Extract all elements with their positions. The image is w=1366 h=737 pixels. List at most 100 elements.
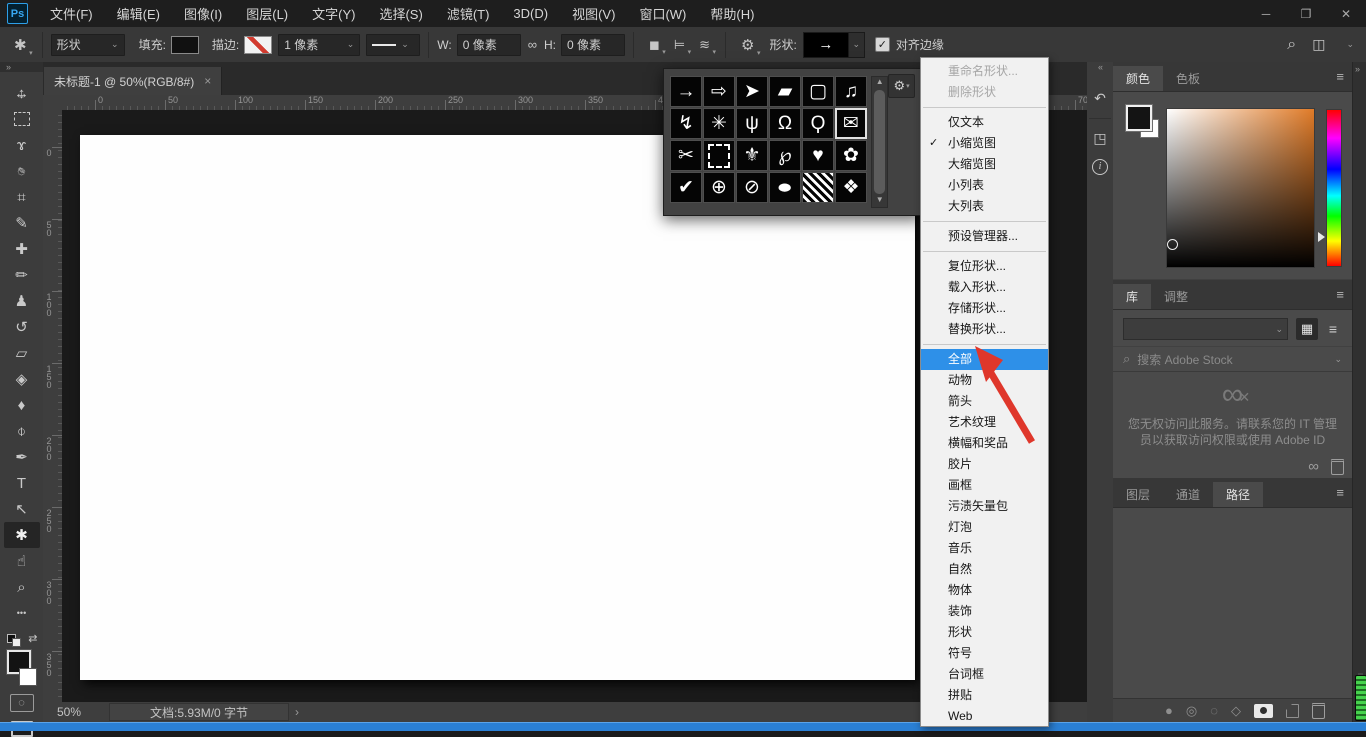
stroke-path-icon[interactable]: ◎ xyxy=(1186,703,1197,719)
context-menu-item-33[interactable]: Web xyxy=(921,706,1048,727)
library-select-dropdown[interactable]: ⌄ xyxy=(1123,318,1288,340)
context-menu-item-21[interactable]: 胶片 xyxy=(921,454,1048,475)
lightning-shape[interactable]: ↯ xyxy=(670,108,702,139)
stroke-style-dropdown[interactable]: ⌄ xyxy=(366,34,420,56)
context-menu-item-3[interactable]: 仅文本 xyxy=(921,112,1048,133)
arrow-solid-shape[interactable]: ➤ xyxy=(736,76,768,107)
context-menu-item-26[interactable]: 自然 xyxy=(921,559,1048,580)
diagonal-stripes-shape[interactable] xyxy=(802,172,834,203)
search-icon[interactable]: ⌕ xyxy=(1287,36,1296,54)
info-icon[interactable]: i xyxy=(1088,154,1112,179)
scroll-down-icon[interactable]: ▼ xyxy=(876,195,884,207)
menubar-item-6[interactable]: 滤镜(T) xyxy=(435,0,502,27)
scissors-shape[interactable]: ✂ xyxy=(670,140,702,171)
add-mask-button[interactable] xyxy=(1254,704,1273,718)
envelope-shape[interactable]: ✉ xyxy=(835,108,867,139)
status-chevron-icon[interactable]: › xyxy=(295,705,299,719)
saturation-brightness-field[interactable] xyxy=(1166,108,1315,268)
pen-tool[interactable]: ✒ xyxy=(4,444,40,470)
menubar-item-7[interactable]: 3D(D) xyxy=(501,0,560,27)
splat-shape[interactable]: ✿ xyxy=(835,140,867,171)
panel-collapse-icon[interactable]: « xyxy=(1087,62,1113,76)
panel-menu-icon[interactable]: ≡ xyxy=(1336,287,1344,302)
tool-preset-icon[interactable]: ✱▾ xyxy=(14,36,27,54)
target-shape[interactable]: ⊕ xyxy=(703,172,735,203)
library-search-input[interactable]: ⌕ 搜索 Adobe Stock ⌄ xyxy=(1113,346,1352,372)
menubar-item-2[interactable]: 图像(I) xyxy=(172,0,234,27)
load-selection-icon[interactable]: ◌ xyxy=(1210,703,1218,718)
menubar-item-4[interactable]: 文字(Y) xyxy=(300,0,367,27)
tab-close-icon[interactable]: × xyxy=(204,74,211,88)
geometry-options-gear-icon[interactable]: ⚙▾ xyxy=(741,36,754,54)
canvas-page[interactable] xyxy=(80,135,915,680)
shape-picker-gear-button[interactable]: ⚙▾ xyxy=(888,74,915,98)
brush-tool[interactable]: ✏ xyxy=(4,262,40,288)
tab-layers[interactable]: 图层 xyxy=(1113,482,1163,507)
restore-button[interactable]: ❐ xyxy=(1286,0,1326,27)
crop-tool[interactable]: ⌗ xyxy=(4,184,40,210)
menubar-item-9[interactable]: 窗口(W) xyxy=(627,0,698,27)
spot-healing-brush-tool[interactable]: ✚ xyxy=(4,236,40,262)
menubar-item-0[interactable]: 文件(F) xyxy=(38,0,105,27)
fill-path-icon[interactable]: ● xyxy=(1165,703,1173,718)
grass-shape[interactable]: ψ xyxy=(736,108,768,139)
fleur-de-lis-shape[interactable]: ⚜ xyxy=(736,140,768,171)
menubar-item-5[interactable]: 选择(S) xyxy=(367,0,434,27)
shape-scrollbar[interactable]: ▲ ▼ xyxy=(871,76,888,208)
edit-toolbar-button[interactable]: ••• xyxy=(4,600,40,626)
menubar-item-1[interactable]: 编辑(E) xyxy=(105,0,172,27)
stroke-swatch[interactable] xyxy=(244,36,272,54)
no-symbol-shape[interactable]: ⊘ xyxy=(736,172,768,203)
context-menu-item-12[interactable]: 载入形状... xyxy=(921,277,1048,298)
context-menu-item-18[interactable]: 箭头 xyxy=(921,391,1048,412)
starburst-shape[interactable]: ✳ xyxy=(703,108,735,139)
menubar-item-8[interactable]: 视图(V) xyxy=(560,0,627,27)
context-menu-item-20[interactable]: 横幅和奖品 xyxy=(921,433,1048,454)
light-bulb-shape[interactable]: Ω xyxy=(769,108,801,139)
delete-icon[interactable] xyxy=(1331,459,1344,475)
diamond-grid-shape[interactable]: ❖ xyxy=(835,172,867,203)
arrow-thin-shape[interactable]: → xyxy=(670,76,702,107)
scroll-up-icon[interactable]: ▲ xyxy=(876,77,884,89)
context-menu-item-14[interactable]: 替换形状... xyxy=(921,319,1048,340)
context-menu-item-13[interactable]: 存储形状... xyxy=(921,298,1048,319)
foreground-color-swatch[interactable] xyxy=(1126,105,1152,131)
toolbar-collapse-icon[interactable]: » xyxy=(0,62,43,72)
context-menu-item-30[interactable]: 符号 xyxy=(921,643,1048,664)
context-menu-item-22[interactable]: 画框 xyxy=(921,475,1048,496)
edge-collapse-icon[interactable]: » xyxy=(1355,64,1359,74)
arrow-outline-shape[interactable]: ⇨ xyxy=(703,76,735,107)
zoom-level-field[interactable]: 50% xyxy=(57,705,81,719)
history-icon[interactable]: ↶ xyxy=(1088,86,1112,111)
minimize-button[interactable]: ─ xyxy=(1246,0,1286,27)
shape-picker-chevron[interactable]: ⌄ xyxy=(849,32,865,58)
context-menu-item-4[interactable]: 小缩览图✓ xyxy=(921,133,1048,154)
music-notes-shape[interactable]: ♫ xyxy=(835,76,867,107)
path-arrangement-icon[interactable]: ≋▾ xyxy=(699,36,710,53)
hue-strip[interactable] xyxy=(1326,109,1342,267)
context-menu-item-27[interactable]: 物体 xyxy=(921,580,1048,601)
eyedropper-tool[interactable]: ✎ xyxy=(4,210,40,236)
link-dimensions-icon[interactable]: ∞ xyxy=(528,37,537,52)
hue-slider-icon[interactable] xyxy=(1318,232,1325,242)
workspace-chevron-icon[interactable]: ⌄ xyxy=(1346,39,1354,50)
context-menu-item-31[interactable]: 台词框 xyxy=(921,664,1048,685)
cc-sync-icon[interactable]: ∞ xyxy=(1308,458,1319,475)
fill-swatch[interactable] xyxy=(171,36,199,54)
list-view-button[interactable]: ≡ xyxy=(1322,318,1344,340)
context-menu-item-11[interactable]: 复位形状... xyxy=(921,256,1048,277)
menubar-item-10[interactable]: 帮助(H) xyxy=(698,0,766,27)
banner-shape[interactable]: ▰ xyxy=(769,76,801,107)
height-field[interactable]: 0 像素 xyxy=(561,34,625,56)
dashed-square-shape[interactable] xyxy=(703,140,735,171)
push-pin-shape[interactable]: Ϙ xyxy=(802,108,834,139)
default-swap-colors-icon[interactable]: ⇄ xyxy=(5,632,39,646)
foreground-background-swatches[interactable] xyxy=(5,650,39,686)
new-path-icon[interactable] xyxy=(1286,704,1299,718)
context-menu-item-24[interactable]: 灯泡 xyxy=(921,517,1048,538)
checkmark-shape[interactable]: ✔ xyxy=(670,172,702,203)
context-menu-item-23[interactable]: 污渍矢量包 xyxy=(921,496,1048,517)
context-menu-item-28[interactable]: 装饰 xyxy=(921,601,1048,622)
heart-shape[interactable]: ♥ xyxy=(802,140,834,171)
panel-menu-icon[interactable]: ≡ xyxy=(1336,485,1344,500)
